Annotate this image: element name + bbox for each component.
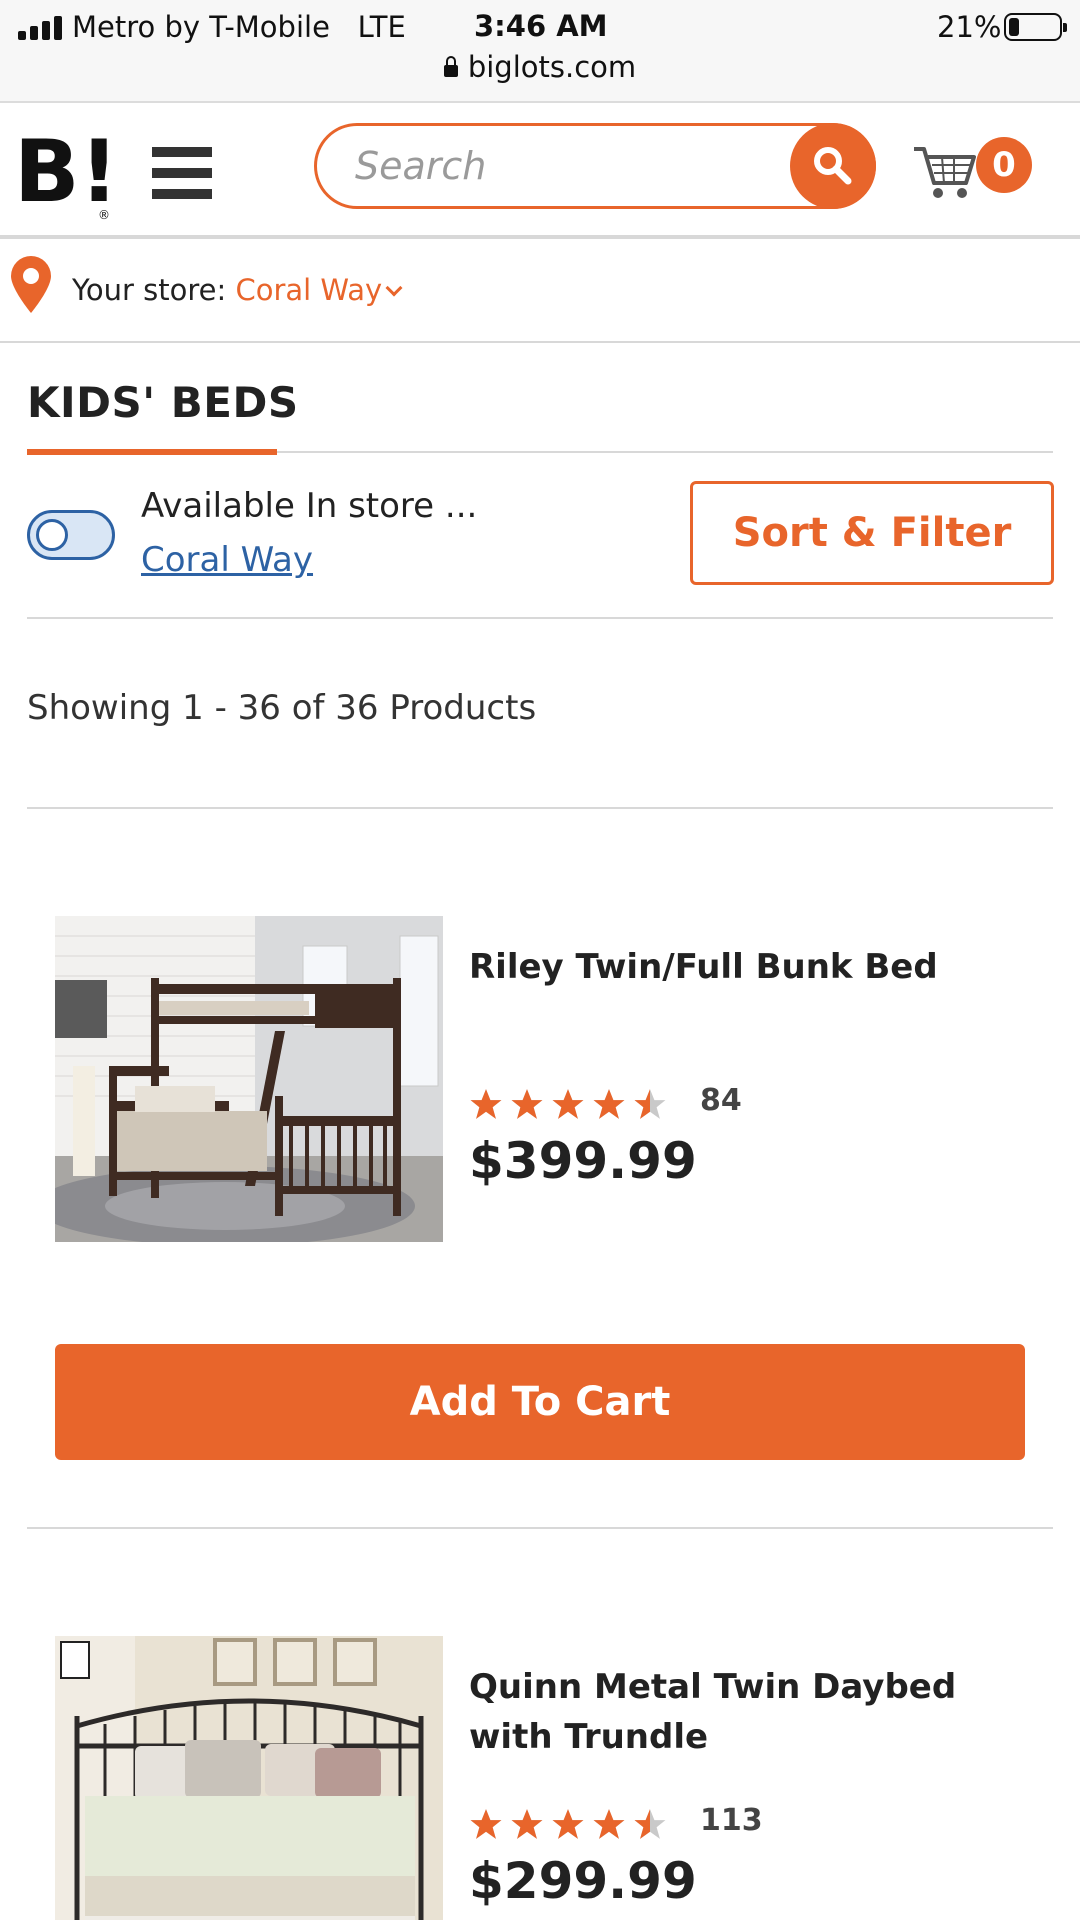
battery-icon	[1004, 13, 1067, 41]
product-price: $299.99	[469, 1852, 697, 1910]
product-image[interactable]	[55, 916, 443, 1242]
page-title: KIDS' BEDS	[27, 378, 299, 427]
product-card: Riley Twin/Full Bunk Bed 84 $399.99 Add …	[0, 916, 1080, 1476]
star-icon	[470, 1089, 502, 1119]
title-underline	[27, 449, 277, 455]
battery-percent: 21%	[937, 10, 1002, 44]
product-title[interactable]: Quinn Metal Twin Daybed with Trundle	[469, 1662, 1029, 1762]
url-bar[interactable]: biglots.com	[0, 50, 1080, 84]
star-rating	[469, 1088, 667, 1120]
chevron-down-icon[interactable]	[385, 279, 403, 297]
review-count[interactable]: 113	[700, 1803, 763, 1838]
signal-icon	[18, 14, 62, 40]
search-input[interactable]	[355, 142, 785, 190]
star-icon	[593, 1809, 625, 1839]
results-count: Showing 1 - 36 of 36 Products	[27, 688, 537, 728]
availability-toggle[interactable]	[27, 510, 115, 560]
toggle-knob	[36, 519, 68, 551]
star-icon	[511, 1089, 543, 1119]
availability-label: Available In store ...	[141, 486, 478, 526]
star-icon	[511, 1809, 543, 1839]
store-selector[interactable]: Your store: Coral Way	[0, 241, 1080, 343]
sort-filter-button[interactable]: Sort & Filter	[690, 481, 1054, 585]
star-icon	[470, 1809, 502, 1839]
star-icon	[634, 1089, 666, 1119]
star-icon	[634, 1809, 666, 1839]
review-count[interactable]: 84	[700, 1083, 742, 1118]
status-bar: Metro by T-Mobile LTE 3:46 AM 21% biglot…	[0, 0, 1080, 103]
product-title[interactable]: Riley Twin/Full Bunk Bed	[469, 942, 1029, 992]
cart-icon[interactable]	[910, 135, 980, 205]
store-name-link[interactable]: Coral Way	[235, 273, 382, 307]
search-icon	[814, 147, 852, 185]
divider	[27, 1527, 1053, 1529]
star-icon	[552, 1089, 584, 1119]
carrier-label: Metro by T-Mobile LTE	[72, 10, 406, 44]
star-icon	[552, 1809, 584, 1839]
search-button[interactable]	[790, 123, 876, 209]
divider	[27, 807, 1053, 809]
site-header: B! ® 0	[0, 105, 1080, 239]
add-to-cart-button[interactable]: Add To Cart	[55, 1344, 1025, 1460]
status-time: 3:46 AM	[474, 9, 608, 43]
star-icon	[593, 1089, 625, 1119]
divider	[27, 617, 1053, 619]
product-card: Quinn Metal Twin Daybed with Trundle 113…	[0, 1636, 1080, 1920]
big-lots-logo[interactable]: B! ®	[14, 123, 124, 223]
availability-store-link[interactable]: Coral Way	[141, 540, 313, 580]
star-rating	[469, 1808, 667, 1840]
svg-text:®: ®	[98, 208, 110, 222]
cart-count-badge[interactable]: 0	[976, 137, 1032, 193]
menu-icon[interactable]	[150, 143, 214, 203]
url-text: biglots.com	[467, 50, 637, 84]
search-bar	[314, 123, 876, 209]
lock-icon	[443, 56, 458, 77]
product-image[interactable]	[55, 1636, 443, 1920]
store-label: Your store: Coral Way	[72, 273, 403, 307]
product-price: $399.99	[469, 1132, 697, 1190]
location-pin-icon	[11, 256, 51, 313]
